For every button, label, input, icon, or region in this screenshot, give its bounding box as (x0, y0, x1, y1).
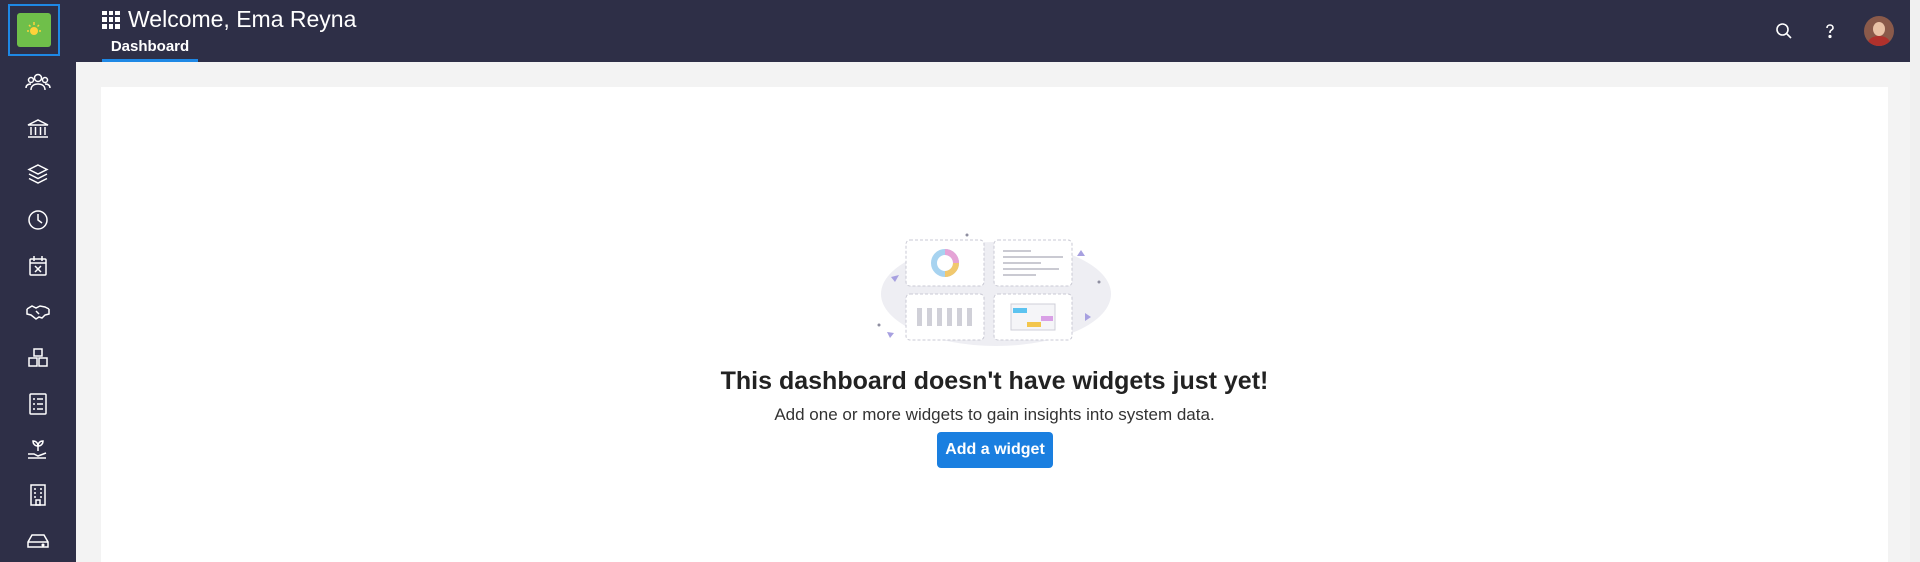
tab-dashboard[interactable]: Dashboard (102, 36, 198, 62)
scrollbar[interactable] (1910, 0, 1920, 562)
empty-state-title: This dashboard doesn't have widgets just… (720, 367, 1269, 395)
search-icon[interactable] (1772, 19, 1796, 43)
empty-dashboard-illustration (877, 233, 1111, 346)
empty-state-subtitle: Add one or more widgets to gain insights… (774, 405, 1215, 424)
clock-icon[interactable] (20, 204, 56, 236)
top-bar: Welcome, Ema Reyna Dashboard (76, 0, 1920, 62)
sun-logo-icon (17, 13, 51, 47)
top-actions (1772, 16, 1894, 46)
layers-icon[interactable] (20, 158, 56, 190)
drive-icon[interactable] (20, 525, 56, 557)
left-nav-rail (0, 0, 76, 562)
help-icon[interactable] (1818, 19, 1842, 43)
calendar-x-icon[interactable] (20, 250, 56, 282)
checklist-icon[interactable] (20, 388, 56, 420)
handshake-icon[interactable] (20, 296, 56, 328)
building-icon[interactable] (20, 479, 56, 511)
page-title: Welcome, Ema Reyna (128, 6, 357, 32)
app-grid-icon[interactable] (102, 10, 120, 29)
avatar[interactable] (1864, 16, 1894, 46)
dashboard-card: This dashboard doesn't have widgets just… (101, 87, 1888, 562)
plant-hand-icon[interactable] (20, 433, 56, 465)
people-icon[interactable] (20, 67, 56, 99)
app-logo-button[interactable] (8, 4, 60, 56)
add-widget-button[interactable]: Add a widget (937, 432, 1053, 468)
bank-icon[interactable] (20, 113, 56, 145)
page-header: Welcome, Ema Reyna (102, 6, 356, 33)
boxes-icon[interactable] (20, 342, 56, 374)
